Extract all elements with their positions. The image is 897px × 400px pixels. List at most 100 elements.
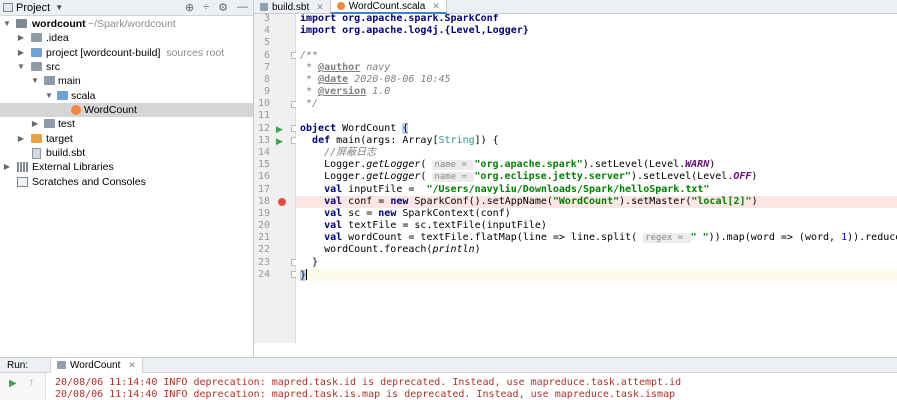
line-number: 10 xyxy=(257,98,270,109)
code-line-17: val inputFile = "/Users/navyliu/Download… xyxy=(324,184,710,195)
run-gutter-icon[interactable]: ▶ xyxy=(276,135,283,147)
scala-file-icon xyxy=(71,105,81,115)
tree-item-test[interactable]: ▶ test xyxy=(0,117,253,131)
line-number: 6 xyxy=(263,50,270,61)
line-number: 11 xyxy=(257,110,270,121)
code-editor[interactable]: import org.apache.spark.SparkConf import… xyxy=(296,14,897,343)
tree-item-label: External Libraries xyxy=(32,161,114,173)
console-line: 20/08/06 11:14:40 INFO deprecation: mapr… xyxy=(55,389,676,400)
parameter-hint: regex = xyxy=(643,233,691,243)
tree-item-label: WordCount xyxy=(84,104,137,116)
tree-item-scala[interactable]: ▼ scala xyxy=(0,89,253,103)
line-number: 5 xyxy=(263,37,270,48)
tree-item-idea[interactable]: ▶ .idea xyxy=(0,31,253,45)
tree-item-wordcount-file[interactable]: WordCount xyxy=(0,103,253,117)
code-line-19: val sc = new SparkContext(conf) xyxy=(324,208,511,219)
minimize-icon[interactable]: — xyxy=(237,1,248,14)
tree-item-main[interactable]: ▼ main xyxy=(0,74,253,88)
tab-wordcount-scala[interactable]: WordCount.scala ✕ xyxy=(330,0,447,14)
project-panel-title[interactable]: Project xyxy=(16,2,50,14)
text-cursor xyxy=(306,269,308,280)
code-line-21: val wordCount = textFile.flatMap(line =>… xyxy=(324,232,897,243)
arrow-up-icon[interactable]: ↑ xyxy=(29,377,34,388)
folder-icon xyxy=(16,19,27,28)
tree-item-wordcount[interactable]: ▼ wordcount ~/Spark/wordcount xyxy=(0,17,253,31)
code-line-10: */ xyxy=(300,98,319,109)
tree-item-label: scala xyxy=(71,90,96,102)
tree-item-target[interactable]: ▶ target xyxy=(0,132,253,146)
tree-item-label: wordcount xyxy=(32,18,86,30)
line-number: 9 xyxy=(263,86,270,97)
rerun-icon[interactable]: ▶ xyxy=(9,378,17,389)
chevron-down-icon[interactable]: ▼ xyxy=(30,74,40,88)
code-line-14: //屏蔽日志 xyxy=(300,147,377,158)
code-line-4: import org.apache.log4j.{Level,Logger} xyxy=(300,25,529,36)
line-number: 3 xyxy=(263,13,270,24)
chevron-right-icon[interactable]: ▶ xyxy=(2,160,12,174)
line-number: 4 xyxy=(263,25,270,36)
tree-item-src[interactable]: ▼ src xyxy=(0,60,253,74)
chevron-down-icon[interactable]: ▼ xyxy=(55,3,63,12)
tab-build-sbt[interactable]: build.sbt ✕ xyxy=(254,0,331,14)
chevron-down-icon[interactable]: ▼ xyxy=(16,60,26,74)
sbt-file-icon xyxy=(260,3,268,11)
line-number: 7 xyxy=(263,62,270,73)
tab-label: build.sbt xyxy=(272,1,310,13)
code-line-8: * @date 2020-08-06 10:45 xyxy=(300,74,451,85)
library-icon xyxy=(17,162,28,172)
folder-icon xyxy=(57,91,68,100)
line-number: 18 xyxy=(257,196,270,207)
code-line-7: * @author navy xyxy=(300,62,391,73)
tree-item-label: build.sbt xyxy=(46,147,86,159)
code-line-18: val conf = new SparkConf().setAppName("W… xyxy=(296,196,897,208)
line-number: 24 xyxy=(257,269,270,280)
tree-item-scratches[interactable]: Scratches and Consoles xyxy=(0,175,253,189)
tree-item-project[interactable]: ▶ project [wordcount-build] sources root xyxy=(0,46,253,60)
tree-item-build-sbt[interactable]: build.sbt xyxy=(0,146,253,160)
run-gutter-icon[interactable]: ▶ xyxy=(276,123,283,135)
chevron-right-icon[interactable]: ▶ xyxy=(16,46,26,60)
code-line-24: } xyxy=(296,269,897,281)
close-icon[interactable]: ✕ xyxy=(128,360,136,371)
sources-root-label: sources root xyxy=(166,47,225,59)
folder-icon xyxy=(31,62,42,71)
close-icon[interactable]: ✕ xyxy=(316,2,324,13)
line-number: 20 xyxy=(257,220,270,231)
line-number: 23 xyxy=(257,257,270,268)
chevron-right-icon[interactable]: ▶ xyxy=(16,132,26,146)
code-line-16: Logger.getLogger( name = "org.eclipse.je… xyxy=(300,171,758,182)
breakpoint-icon[interactable] xyxy=(278,198,286,206)
editor-gutter[interactable]: 3 4 5 6 7 8 9 10 11 12 13 14 15 16 17 18… xyxy=(254,13,298,343)
gear-icon[interactable]: ⚙ xyxy=(218,1,228,14)
tree-item-external-libraries[interactable]: ▶ External Libraries xyxy=(0,160,253,174)
line-number: 22 xyxy=(257,244,270,255)
folder-icon xyxy=(31,33,42,42)
locate-icon[interactable]: ⊕ xyxy=(185,1,194,14)
collapse-all-icon[interactable]: ÷ xyxy=(203,1,209,14)
tree-item-label: project [wordcount-build] xyxy=(46,47,161,59)
tree-item-label: main xyxy=(58,75,81,87)
sbt-file-icon xyxy=(32,148,41,159)
chevron-down-icon[interactable]: ▼ xyxy=(44,89,54,103)
folder-icon xyxy=(31,134,42,143)
line-number: 19 xyxy=(257,208,270,219)
line-number: 17 xyxy=(257,184,270,195)
tab-label: WordCount.scala xyxy=(348,0,426,12)
line-number: 8 xyxy=(263,74,270,85)
code-line-22: wordCount.foreach(println) xyxy=(300,244,481,255)
folder-icon xyxy=(31,48,42,57)
run-tab-wordcount[interactable]: WordCount ✕ xyxy=(50,357,143,373)
chevron-down-icon[interactable]: ▼ xyxy=(2,17,12,31)
tree-item-path: ~/Spark/wordcount xyxy=(88,18,176,30)
line-number: 21 xyxy=(257,232,270,243)
project-panel-header: Project ▼ ⊕ ÷ ⚙ — xyxy=(0,0,253,16)
chevron-right-icon[interactable]: ▶ xyxy=(30,117,40,131)
run-tab-label: WordCount xyxy=(70,359,121,371)
chevron-right-icon[interactable]: ▶ xyxy=(16,31,26,45)
close-icon[interactable]: ✕ xyxy=(432,1,440,12)
tree-item-label: .idea xyxy=(46,32,69,44)
run-panel-title: Run: xyxy=(7,359,29,371)
run-panel-header: Run: WordCount ✕ xyxy=(0,357,897,373)
run-toolbar: ▶ ↑ xyxy=(0,373,46,400)
code-line-12: object WordCount { xyxy=(300,123,409,134)
